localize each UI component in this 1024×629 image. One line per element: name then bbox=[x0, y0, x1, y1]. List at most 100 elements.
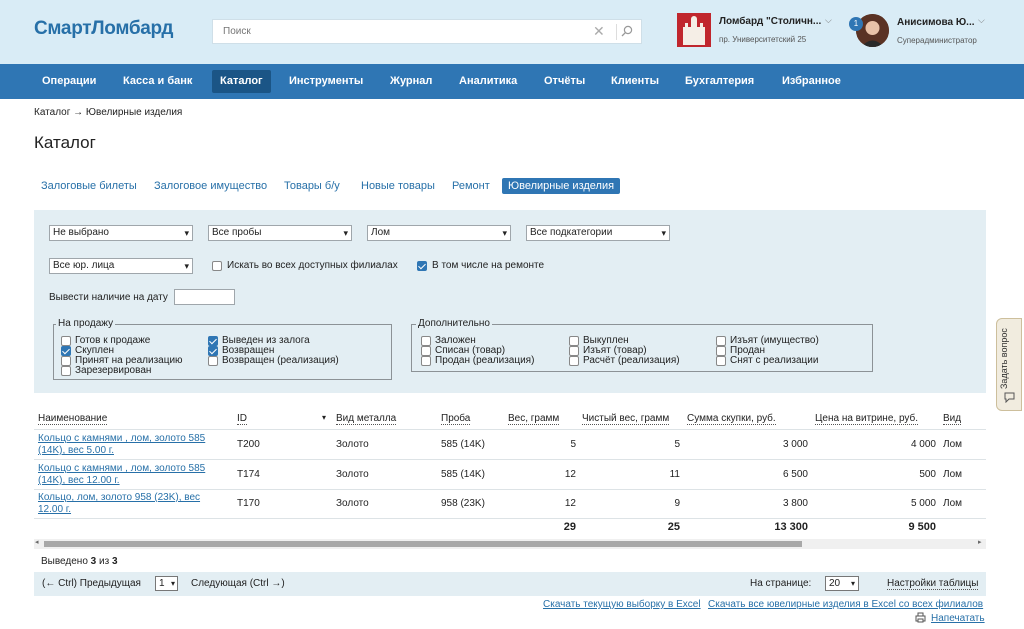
scroll-left-icon[interactable]: ◂ bbox=[35, 538, 39, 546]
user-role: Суперадминистратор bbox=[897, 36, 977, 45]
returned-consignment-checkbox[interactable] bbox=[208, 356, 218, 366]
table-settings-link[interactable]: Настройки таблицы bbox=[887, 578, 979, 590]
nav-reports[interactable]: Отчёты bbox=[536, 70, 593, 93]
removed-from-sale-checkbox[interactable] bbox=[716, 356, 726, 366]
org-name[interactable]: Ломбард "Столичн... bbox=[719, 16, 821, 27]
prev-page-link[interactable]: (← Ctrl) Предыдущая bbox=[42, 578, 141, 589]
legal-entity-select[interactable]: Все юр. лица ▾ bbox=[49, 258, 193, 274]
divider bbox=[34, 518, 986, 519]
item-name-link[interactable]: (14K), вес 5.00 г. bbox=[38, 445, 114, 456]
seized-property-checkbox[interactable] bbox=[716, 336, 726, 346]
seized-goods-checkbox[interactable] bbox=[569, 346, 579, 356]
item-metal: Золото bbox=[336, 469, 369, 480]
sort-desc-icon[interactable]: ▾ bbox=[322, 413, 326, 422]
tab-pledged-property[interactable]: Залоговое имущество bbox=[148, 178, 273, 194]
checkbox-label: Продан (реализация) bbox=[435, 355, 535, 366]
item-probe: 585 (14K) bbox=[441, 469, 485, 480]
reserved-checkbox[interactable] bbox=[61, 366, 71, 376]
scrollbar-thumb[interactable] bbox=[44, 541, 802, 547]
chevron-down-icon[interactable]: ⌵ bbox=[825, 15, 832, 26]
notification-badge[interactable]: 1 bbox=[849, 17, 863, 31]
include-repair-checkbox[interactable] bbox=[417, 261, 427, 271]
pledged-checkbox[interactable] bbox=[421, 336, 431, 346]
export-current-link[interactable]: Скачать текущую выборку в Excel bbox=[543, 599, 701, 610]
nav-tools[interactable]: Инструменты bbox=[281, 70, 371, 93]
search-all-branches-label: Искать во всех доступных филиалах bbox=[227, 260, 398, 271]
type-select[interactable]: Лом ▾ bbox=[367, 225, 511, 241]
nav-journal[interactable]: Журнал bbox=[382, 70, 440, 93]
returned-checkbox[interactable] bbox=[208, 346, 218, 356]
tab-new-goods[interactable]: Новые товары bbox=[355, 178, 441, 194]
item-name-link[interactable]: Кольцо с камнями , лом, золото 585 bbox=[38, 433, 205, 444]
probe-select[interactable]: Все пробы ▾ bbox=[208, 225, 352, 241]
redeemed-checkbox[interactable] bbox=[569, 336, 579, 346]
nav-analytics[interactable]: Аналитика bbox=[451, 70, 525, 93]
col-probe-header[interactable]: Проба bbox=[441, 413, 471, 425]
settlement-checkbox[interactable] bbox=[569, 356, 579, 366]
nav-accounting[interactable]: Бухгалтерия bbox=[677, 70, 762, 93]
org-logo[interactable] bbox=[677, 13, 711, 47]
subcategory-select[interactable]: Все подкатегории ▾ bbox=[526, 225, 670, 241]
tab-jewelry[interactable]: Ювелирные изделия bbox=[502, 178, 621, 194]
item-name-link[interactable]: Кольцо, лом, золото 958 (23K), вес bbox=[38, 492, 200, 503]
sold-consignment-checkbox[interactable] bbox=[421, 356, 431, 366]
ready-for-sale-checkbox[interactable] bbox=[61, 336, 71, 346]
item-kind: Лом bbox=[943, 498, 962, 509]
col-shop-price-header[interactable]: Цена на витрине, руб. bbox=[815, 413, 919, 425]
category-select[interactable]: Не выбрано ▾ bbox=[49, 225, 193, 241]
nav-cash-bank[interactable]: Касса и банк bbox=[115, 70, 200, 93]
tab-repair[interactable]: Ремонт bbox=[446, 178, 496, 194]
export-all-link[interactable]: Скачать все ювелирные изделия в Excel со… bbox=[708, 599, 983, 610]
nav-clients[interactable]: Клиенты bbox=[603, 70, 667, 93]
col-weight-header[interactable]: Вес, грамм bbox=[508, 413, 560, 425]
item-id: T174 bbox=[237, 469, 260, 480]
col-name-header[interactable]: Наименование bbox=[38, 413, 108, 425]
nav-catalog[interactable]: Каталог bbox=[212, 70, 271, 93]
item-id: T200 bbox=[237, 439, 260, 450]
ask-question-tab[interactable]: Задать вопрос bbox=[996, 318, 1022, 411]
printer-icon[interactable] bbox=[915, 612, 926, 623]
print-link[interactable]: Напечатать bbox=[931, 613, 985, 624]
out-of-pledge-checkbox[interactable] bbox=[208, 336, 218, 346]
total-buy-sum: 13 300 bbox=[774, 521, 808, 533]
col-buy-sum-header[interactable]: Сумма скупки, руб. bbox=[687, 413, 776, 425]
item-buy-sum: 3 000 bbox=[782, 439, 808, 450]
tab-pledge-tickets[interactable]: Залоговые билеты bbox=[35, 178, 143, 194]
main-nav: Операции Касса и банк Каталог Инструмент… bbox=[0, 64, 1024, 99]
search-all-branches-checkbox[interactable] bbox=[212, 261, 222, 271]
page-title: Каталог bbox=[34, 133, 96, 152]
sold-checkbox[interactable] bbox=[716, 346, 726, 356]
horizontal-scrollbar[interactable]: ◂ ▸ bbox=[34, 539, 986, 549]
search-box[interactable]: ✕ bbox=[212, 19, 642, 44]
col-metal-header[interactable]: Вид металла bbox=[336, 413, 397, 425]
date-input[interactable] bbox=[174, 289, 235, 305]
page-select[interactable]: 1 ▾ bbox=[155, 576, 178, 591]
col-kind-header[interactable]: Вид bbox=[943, 413, 962, 425]
nav-favorites[interactable]: Избранное bbox=[774, 70, 849, 93]
user-name[interactable]: Анисимова Ю... bbox=[897, 17, 975, 28]
item-name-link[interactable]: Кольцо с камнями , лом, золото 585 bbox=[38, 463, 205, 474]
breadcrumb[interactable]: Каталог → Ювелирные изделия bbox=[34, 107, 182, 118]
tab-used-goods[interactable]: Товары б/у bbox=[278, 178, 346, 194]
item-name-link[interactable]: 12.00 г. bbox=[38, 504, 71, 515]
next-page-link[interactable]: Следующая (Ctrl →) bbox=[191, 578, 285, 589]
consignment-checkbox[interactable] bbox=[61, 356, 71, 366]
col-id-header[interactable]: ID bbox=[237, 413, 247, 425]
nav-operations[interactable]: Операции bbox=[34, 70, 104, 93]
search-icon[interactable] bbox=[621, 25, 633, 37]
written-off-checkbox[interactable] bbox=[421, 346, 431, 356]
logo[interactable]: СмартЛомбард bbox=[34, 18, 173, 40]
org-address: пр. Университетский 25 bbox=[719, 35, 807, 44]
checkbox-label: Зарезервирован bbox=[75, 365, 152, 376]
clear-icon[interactable]: ✕ bbox=[593, 23, 605, 40]
search-input[interactable] bbox=[213, 20, 583, 43]
chat-icon bbox=[1004, 392, 1015, 403]
bought-checkbox[interactable] bbox=[61, 346, 71, 356]
col-net-weight-header[interactable]: Чистый вес, грамм bbox=[582, 413, 670, 425]
checkbox-label: Возвращен (реализация) bbox=[222, 355, 339, 366]
item-name-link[interactable]: (14K), вес 12.00 г. bbox=[38, 475, 120, 486]
item-shop-price: 500 bbox=[919, 469, 936, 480]
chevron-down-icon[interactable]: ⌵ bbox=[978, 15, 985, 26]
scroll-right-icon[interactable]: ▸ bbox=[978, 538, 982, 546]
per-page-select[interactable]: 20 ▾ bbox=[825, 576, 859, 591]
